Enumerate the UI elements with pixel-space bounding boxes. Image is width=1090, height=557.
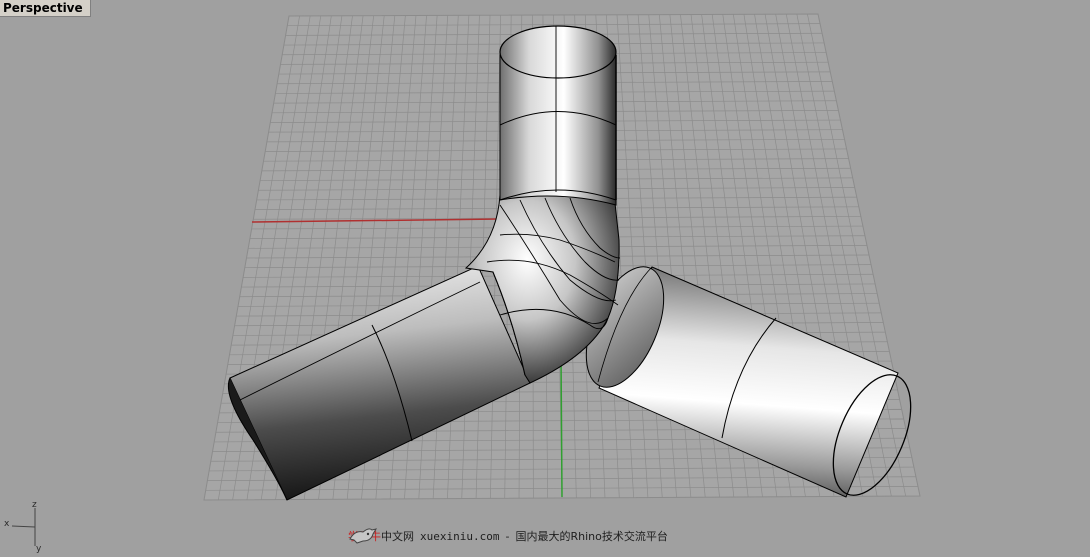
watermark-tagline: 国内最大的Rhino技术交流平台 [515,530,668,543]
axis-label-y: y [36,544,42,554]
upper-cylinder[interactable] [499,25,617,206]
watermark-separator: - [505,529,510,543]
axis-label-z: z [32,500,37,510]
viewport-canvas[interactable] [0,0,1090,557]
watermark: 学犀牛中文网 xuexiniu.com - 国内最大的Rhino技术交流平台 [348,524,668,548]
rhino-logo-icon [349,528,378,544]
axis-label-x: x [4,519,10,529]
axis-widget [11,508,36,546]
watermark-url: xuexiniu.com [420,529,500,543]
y-axis-line [560,354,563,498]
viewport-title[interactable]: Perspective [0,0,91,17]
perspective-viewport[interactable]: Perspective z x y 学犀牛中文网 xuexiniu.com - … [0,0,1090,557]
